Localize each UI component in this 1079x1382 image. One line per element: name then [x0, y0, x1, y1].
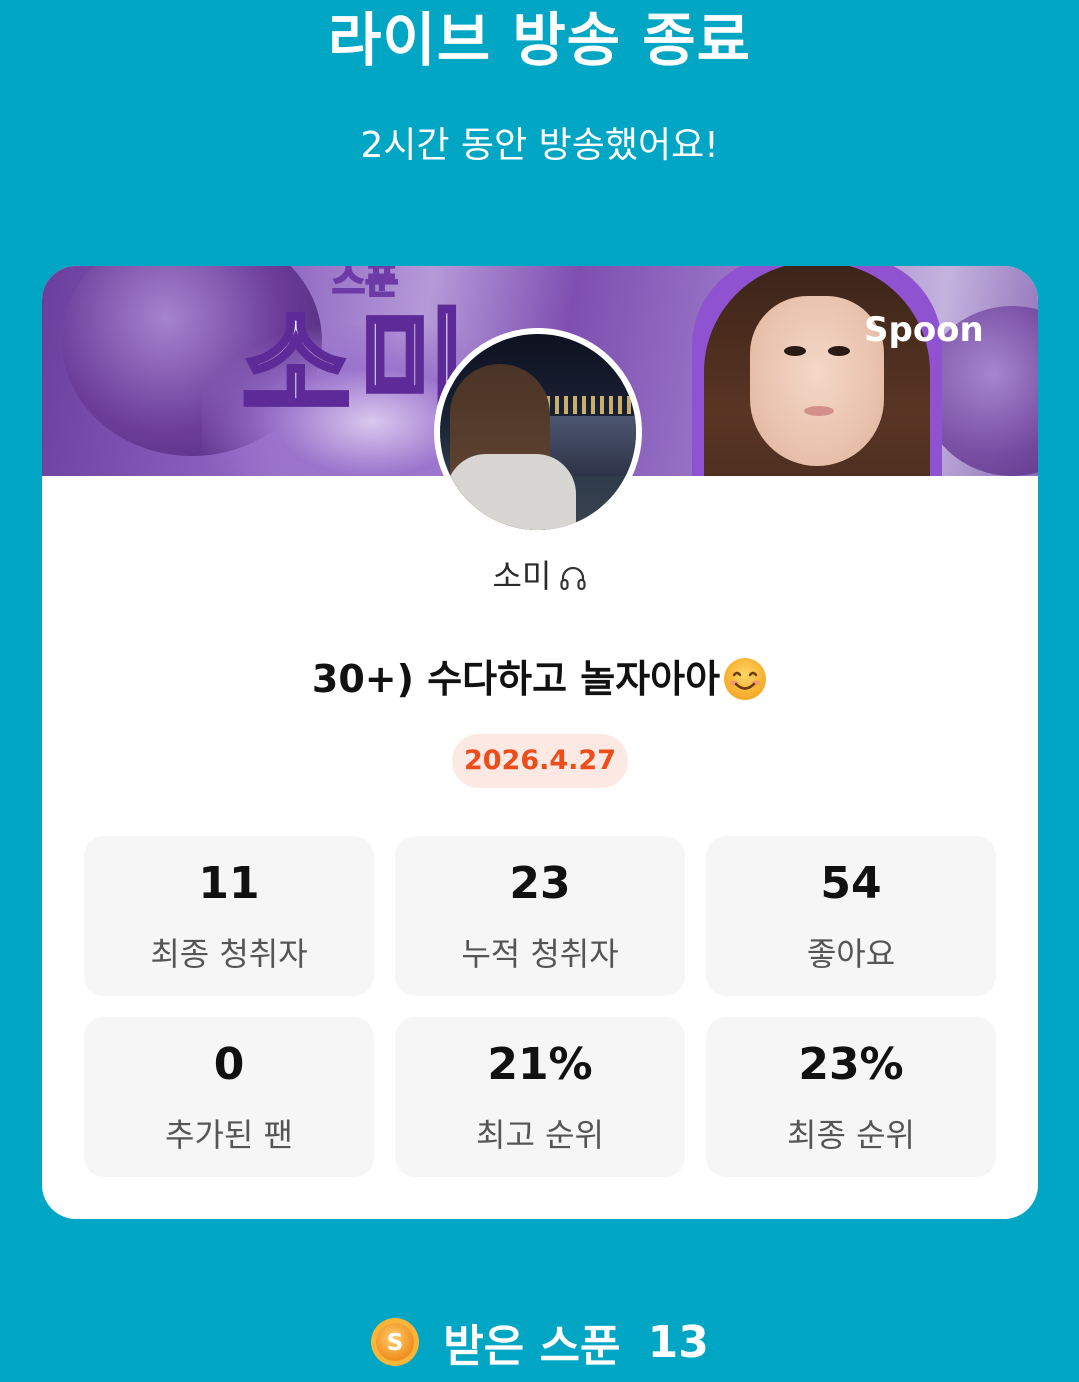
stat-label: 최종 청취자	[150, 935, 308, 973]
stat-label: 추가된 팬	[165, 1116, 293, 1154]
stat-label: 최고 순위	[476, 1116, 604, 1154]
received-spoons-label: 받은 스푼	[443, 1321, 621, 1372]
spoon-coin-icon: S	[371, 1318, 420, 1366]
portrait-eye	[784, 346, 806, 356]
spoon-logo: Spoon	[864, 310, 984, 350]
stat-value: 54	[820, 858, 882, 909]
avatar-person-coat	[446, 454, 576, 530]
stat-final-rank: 23% 최종 순위	[706, 1017, 996, 1177]
live-title-text: 30+) 수다하고 놀자아아	[311, 657, 721, 701]
stat-final-listeners: 11 최종 청취자	[84, 836, 374, 996]
portrait-lips	[804, 406, 834, 416]
stat-value: 21%	[487, 1039, 593, 1090]
received-spoons-row: S 받은 스푼 13	[0, 1310, 1079, 1372]
banner-portrait	[692, 266, 942, 476]
host-avatar[interactable]	[434, 328, 642, 536]
broadcast-duration-text: 2시간 동안 방송했어요!	[360, 125, 719, 166]
stat-value: 0	[213, 1039, 245, 1090]
host-name: 소미	[492, 557, 552, 595]
stat-best-rank: 21% 최고 순위	[395, 1017, 685, 1177]
received-spoons-count: 13	[647, 1316, 709, 1368]
host-name-row[interactable]: 소미	[42, 556, 1038, 596]
stat-value: 23	[509, 858, 571, 909]
stat-label: 누적 청취자	[461, 935, 619, 973]
date-badge: 2026.4.27	[452, 734, 628, 788]
stat-value: 11	[198, 858, 260, 909]
stat-label: 최종 순위	[787, 1116, 915, 1154]
smiling-face-icon	[724, 657, 767, 700]
received-spoons-content: S 받은 스푼 13	[370, 1310, 709, 1374]
stat-value: 23%	[798, 1039, 904, 1090]
live-title: 30+) 수다하고 놀자아아	[42, 654, 1038, 705]
stat-label: 좋아요	[806, 935, 896, 973]
svg-text:S: S	[387, 1330, 404, 1356]
stat-likes: 54 좋아요	[706, 836, 996, 996]
stat-new-fans: 0 추가된 팬	[84, 1017, 374, 1177]
headphone-icon	[560, 566, 587, 591]
portrait-eye	[828, 346, 850, 356]
live-summary-card: 스푼 소미 Spoon 소미 30+) 수다하고 놀자아아 2026.4.27 …	[42, 266, 1038, 1219]
stats-grid: 11 최종 청취자 23 누적 청취자 54 좋아요 0 추가된 팬 21% 최…	[84, 836, 996, 1178]
page-title: 라이브 방송 종료	[328, 6, 751, 74]
stat-total-listeners: 23 누적 청취자	[395, 836, 685, 996]
avatar-photo	[440, 334, 636, 530]
